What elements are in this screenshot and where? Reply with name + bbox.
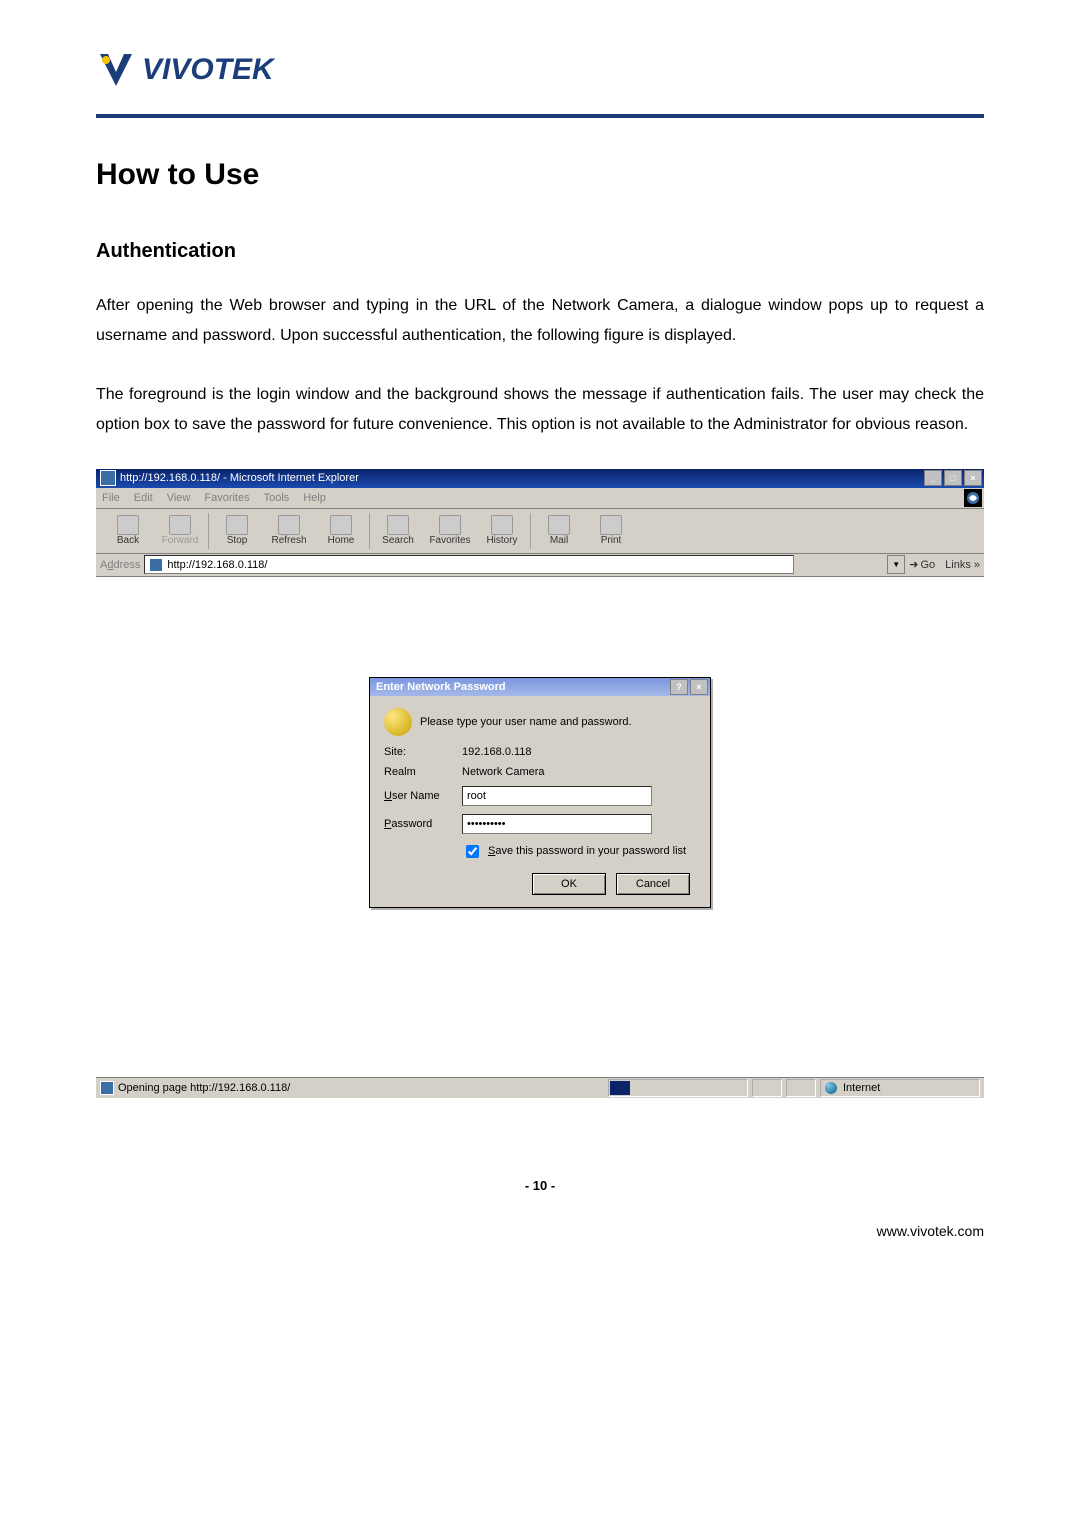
ok-button[interactable]: OK — [532, 873, 606, 895]
history-icon — [491, 515, 513, 535]
toolbar-separator — [530, 513, 531, 549]
toolbar-favorites-button[interactable]: Favorites — [424, 511, 476, 551]
status-zone: Internet — [820, 1079, 980, 1097]
key-icon — [384, 708, 412, 736]
status-segment — [786, 1079, 816, 1097]
realm-label: Realm — [384, 766, 462, 778]
mail-icon — [548, 515, 570, 535]
logo: VIVOTEK — [96, 50, 984, 90]
go-button[interactable]: ➜ Go — [909, 558, 935, 571]
window-maximize-button[interactable]: □ — [944, 470, 962, 486]
password-label: Password — [384, 818, 462, 830]
embedded-screenshot: http://192.168.0.118/ - Microsoft Intern… — [96, 469, 984, 1098]
address-input[interactable]: http://192.168.0.118/ — [144, 555, 794, 574]
site-value: 192.168.0.118 — [462, 746, 532, 758]
search-icon — [387, 515, 409, 535]
refresh-icon — [278, 515, 300, 535]
menu-tools[interactable]: Tools — [264, 492, 290, 504]
forward-arrow-icon — [169, 515, 191, 535]
paragraph-2: The foreground is the login window and t… — [96, 380, 984, 441]
toolbar-back-button[interactable]: Back — [102, 511, 154, 551]
status-segment — [752, 1079, 782, 1097]
page-heading: How to Use — [96, 158, 984, 192]
header-divider — [96, 114, 984, 118]
dialog-close-button[interactable]: × — [690, 679, 708, 695]
page-icon — [149, 558, 163, 572]
menu-help[interactable]: Help — [303, 492, 326, 504]
dialog-titlebar: Enter Network Password ? × — [370, 678, 710, 696]
zone-text: Internet — [843, 1082, 880, 1094]
status-text: Opening page http://192.168.0.118/ — [118, 1082, 290, 1094]
toolbar-print-button[interactable]: Print — [585, 511, 637, 551]
ie-content-area: Enter Network Password ? × Please type y… — [96, 577, 984, 1077]
username-label: User Name — [384, 790, 462, 802]
page-number: - 10 - — [96, 1178, 984, 1193]
address-value: http://192.168.0.118/ — [167, 559, 267, 571]
ie-statusbar: Opening page http://192.168.0.118/ Inter… — [96, 1077, 984, 1098]
username-input[interactable] — [462, 786, 652, 806]
ie-title-text: http://192.168.0.118/ - Microsoft Intern… — [120, 472, 359, 484]
print-icon — [600, 515, 622, 535]
logo-mark-icon — [96, 50, 136, 90]
auth-dialog: Enter Network Password ? × Please type y… — [369, 677, 711, 908]
toolbar-history-button[interactable]: History — [476, 511, 528, 551]
status-page-icon — [100, 1081, 114, 1095]
ie-title-icon — [100, 470, 116, 486]
ie-toolbar: Back Forward Stop Refresh Home Search Fa… — [96, 509, 984, 554]
paragraph-1: After opening the Web browser and typing… — [96, 291, 984, 352]
save-password-label: Save this password in your password list — [488, 845, 686, 857]
toolbar-separator — [208, 513, 209, 549]
favorites-icon — [439, 515, 461, 535]
links-button[interactable]: Links » — [945, 559, 980, 571]
toolbar-stop-button[interactable]: Stop — [211, 511, 263, 551]
status-progress — [608, 1079, 748, 1097]
stop-icon — [226, 515, 248, 535]
window-minimize-button[interactable]: _ — [924, 470, 942, 486]
address-dropdown-button[interactable]: ▼ — [887, 555, 905, 574]
section-heading: Authentication — [96, 240, 984, 263]
password-input[interactable] — [462, 814, 652, 834]
dialog-prompt: Please type your user name and password. — [420, 716, 632, 728]
cancel-button[interactable]: Cancel — [616, 873, 690, 895]
ie-address-bar: Address http://192.168.0.118/ ▼ ➜ Go Lin… — [96, 554, 984, 577]
menu-favorites[interactable]: Favorites — [204, 492, 249, 504]
toolbar-mail-button[interactable]: Mail — [533, 511, 585, 551]
globe-icon — [825, 1082, 837, 1094]
back-arrow-icon — [117, 515, 139, 535]
realm-value: Network Camera — [462, 766, 545, 778]
toolbar-home-button[interactable]: Home — [315, 511, 367, 551]
window-close-button[interactable]: × — [964, 470, 982, 486]
toolbar-separator — [369, 513, 370, 549]
dialog-title-text: Enter Network Password — [376, 681, 506, 693]
footer-url: www.vivotek.com — [96, 1223, 984, 1239]
logo-text: VIVOTEK — [142, 53, 274, 87]
menu-edit[interactable]: Edit — [134, 492, 153, 504]
home-icon — [330, 515, 352, 535]
ie-titlebar: http://192.168.0.118/ - Microsoft Intern… — [96, 469, 984, 488]
site-label: Site: — [384, 746, 462, 758]
address-label: Address — [100, 559, 140, 571]
ie-menubar: File Edit View Favorites Tools Help — [96, 488, 984, 509]
ie-throbber-icon — [964, 489, 982, 507]
dialog-help-button[interactable]: ? — [670, 679, 688, 695]
toolbar-refresh-button[interactable]: Refresh — [263, 511, 315, 551]
ie-window: http://192.168.0.118/ - Microsoft Intern… — [96, 469, 984, 1098]
toolbar-search-button[interactable]: Search — [372, 511, 424, 551]
menu-view[interactable]: View — [167, 492, 191, 504]
save-password-checkbox[interactable] — [466, 845, 479, 858]
toolbar-forward-button[interactable]: Forward — [154, 511, 206, 551]
go-icon: ➜ — [909, 558, 918, 571]
menu-file[interactable]: File — [102, 492, 120, 504]
